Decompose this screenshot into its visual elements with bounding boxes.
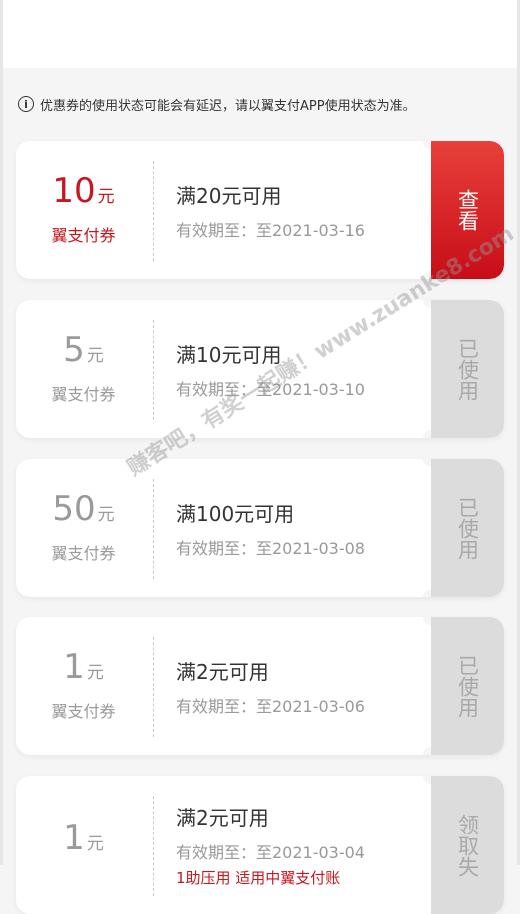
coupon-amount: 5 <box>63 330 85 370</box>
coupon-info: 满2元可用 有效期至：至2021-03-04 1助压用 适用中翼支付账 <box>176 776 365 914</box>
coupon-amount: 1 <box>63 647 85 687</box>
coupon-type-label: 翼支付券 <box>51 544 116 563</box>
coupon-expiry: 有效期至：至2021-03-10 <box>176 379 365 399</box>
coupon-info: 满100元可用 有效期至：至2021-03-08 <box>176 459 365 597</box>
action-label: 已使用 <box>455 337 480 401</box>
coupon-unit: 元 <box>97 505 115 525</box>
action-label: 领取失 <box>455 813 480 877</box>
coupon-condition: 满2元可用 <box>176 806 269 830</box>
coupon-card[interactable]: 10 元 翼支付券 满20元可用 有效期至：至2021-03-16 查看 <box>16 141 504 279</box>
coupon-unit: 元 <box>86 346 104 366</box>
action-label: 已使用 <box>455 496 480 560</box>
dashed-divider <box>153 479 154 579</box>
dashed-divider <box>153 637 154 737</box>
coupon-amount: 10 <box>52 171 96 211</box>
delay-notice: i 优惠券的使用状态可能会有延迟，请以翼支付APP使用状态为准。 <box>18 92 416 116</box>
coupon-amount-block: 10 元 翼支付券 <box>16 141 151 279</box>
info-icon: i <box>18 96 34 112</box>
coupon-card[interactable]: 50 元 翼支付券 满100元可用 有效期至：至2021-03-08 已使用 <box>16 459 504 597</box>
coupon-unit: 元 <box>86 663 104 683</box>
coupon-expiry: 有效期至：至2021-03-08 <box>176 538 365 558</box>
coupon-card[interactable]: 5 元 翼支付券 满10元可用 有效期至：至2021-03-10 已使用 <box>16 300 504 438</box>
coupon-info: 满10元可用 有效期至：至2021-03-10 <box>176 300 365 438</box>
view-coupon-button[interactable]: 查看 <box>431 141 504 279</box>
coupon-amount: 50 <box>52 489 96 529</box>
coupon-type-label: 翼支付券 <box>51 702 116 721</box>
coupon-info: 满2元可用 有效期至：至2021-03-06 <box>176 617 365 755</box>
coupon-amount-block: 5 元 翼支付券 <box>16 300 151 438</box>
coupon-condition: 满10元可用 <box>176 342 282 367</box>
coupon-condition: 满100元可用 <box>176 501 295 526</box>
coupon-condition: 满20元可用 <box>176 183 282 208</box>
coupon-condition: 满2元可用 <box>176 659 269 684</box>
dashed-divider <box>153 320 154 420</box>
dashed-divider <box>153 796 154 896</box>
notice-text: 优惠券的使用状态可能会有延迟，请以翼支付APP使用状态为准。 <box>40 98 416 114</box>
header-area <box>3 0 517 68</box>
coupon-expiry: 有效期至：至2021-03-16 <box>176 220 365 240</box>
coupon-amount-block: 1 元 <box>16 776 151 914</box>
coupon-amount-block: 50 元 翼支付券 <box>16 459 151 597</box>
coupon-type-label: 翼支付券 <box>51 226 116 245</box>
coupon-expiry: 有效期至：至2021-03-06 <box>176 696 365 716</box>
dashed-divider <box>153 161 154 261</box>
used-status-tag: 已使用 <box>431 300 504 438</box>
coupon-type-label: 翼支付券 <box>51 385 116 404</box>
coupon-unit: 元 <box>97 187 115 207</box>
used-status-tag: 已使用 <box>431 617 504 755</box>
coupon-info: 满20元可用 有效期至：至2021-03-16 <box>176 141 365 279</box>
coupon-amount: 1 <box>63 818 85 858</box>
coupon-unit: 元 <box>86 834 104 854</box>
coupon-card[interactable]: 1 元 满2元可用 有效期至：至2021-03-04 1助压用 适用中翼支付账 … <box>16 776 504 914</box>
action-label: 查看 <box>455 189 480 231</box>
used-status-tag: 已使用 <box>431 459 504 597</box>
left-frame-border <box>0 0 3 865</box>
action-label: 已使用 <box>455 654 480 718</box>
coupon-expiry: 有效期至：至2021-03-04 <box>176 843 365 862</box>
coupon-amount-block: 1 元 翼支付券 <box>16 617 151 755</box>
coupon-card[interactable]: 1 元 翼支付券 满2元可用 有效期至：至2021-03-06 已使用 <box>16 617 504 755</box>
coupon-note: 1助压用 适用中翼支付账 <box>176 869 341 887</box>
claim-failed-status-tag: 领取失 <box>431 776 504 914</box>
